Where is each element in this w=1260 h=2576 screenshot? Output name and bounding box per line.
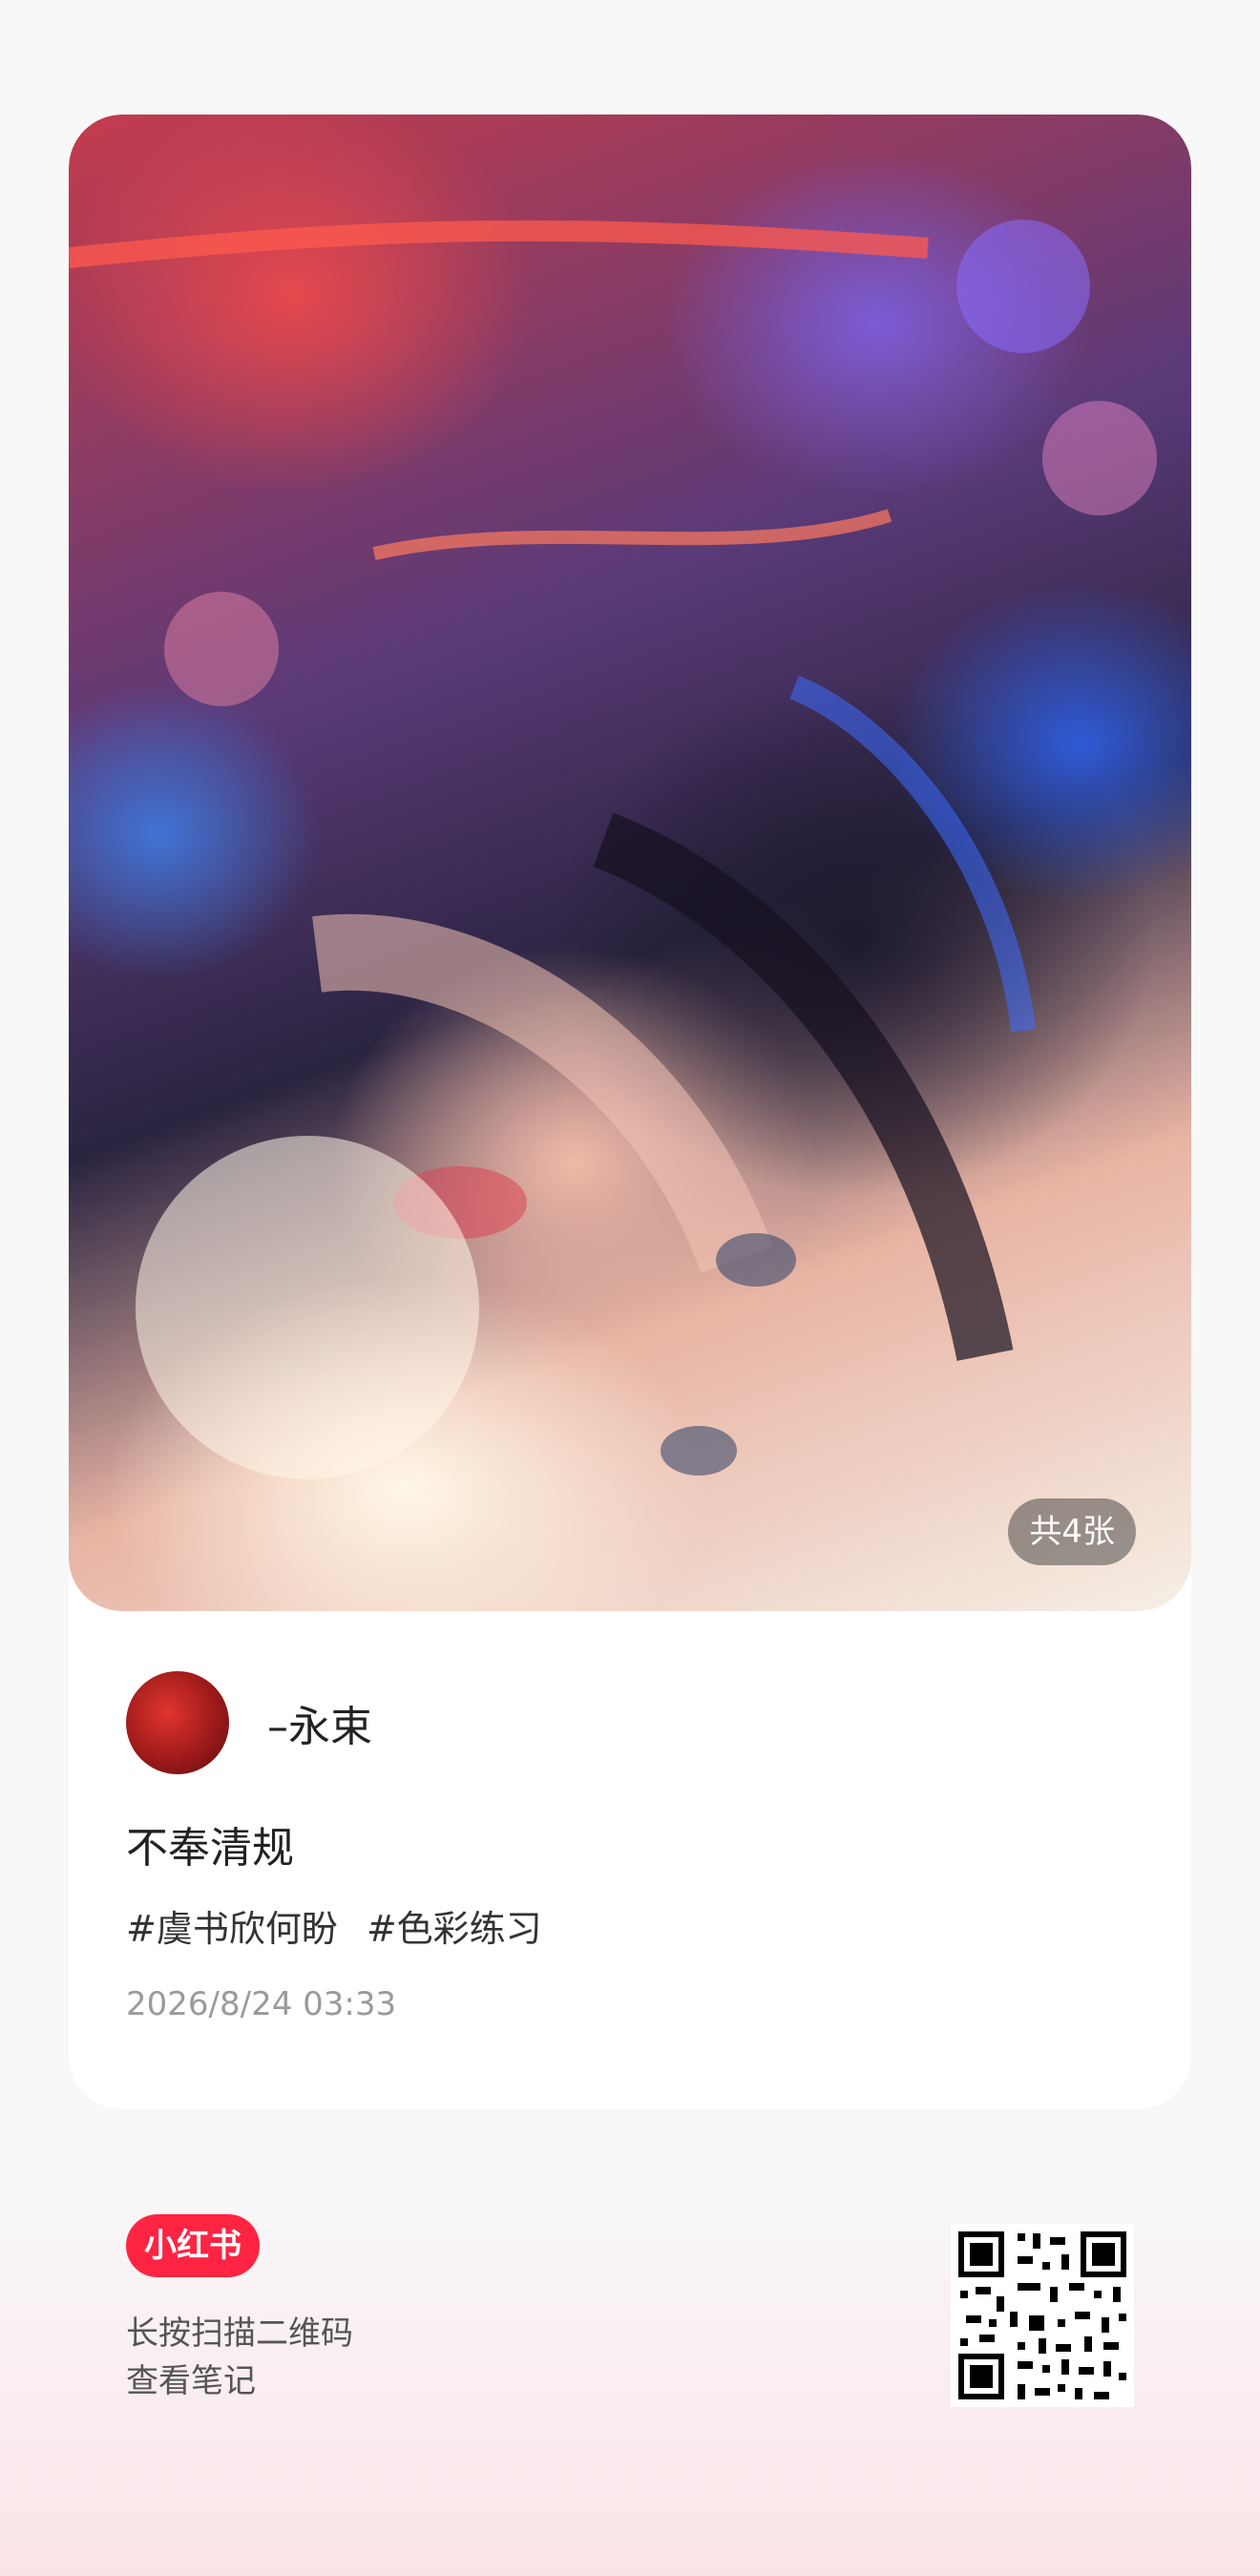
scan-hint: 长按扫描二维码 查看笔记 bbox=[126, 2310, 353, 2405]
author-row[interactable]: –永束 bbox=[126, 1670, 372, 1775]
note-title: 不奉清规 bbox=[126, 1824, 294, 1873]
xiaohongshu-logo: 小红书 bbox=[126, 2214, 260, 2277]
note-card[interactable]: 共4张 –永束 不奉清规 #虞书欣何盼 #色彩练习 2026/8/24 03:3… bbox=[69, 115, 1191, 2109]
artwork-illustration bbox=[69, 220, 1157, 1479]
tag-item[interactable]: #虞书欣何盼 bbox=[126, 1899, 338, 1952]
photo-count-badge: 共4张 bbox=[1008, 1498, 1136, 1565]
scan-hint-line2: 查看笔记 bbox=[126, 2362, 256, 2400]
avatar[interactable] bbox=[126, 1671, 229, 1774]
note-cover-image[interactable]: 共4张 bbox=[69, 115, 1191, 1611]
post-date: 2026/8/24 03:33 bbox=[126, 1985, 397, 2023]
tag-item[interactable]: #色彩练习 bbox=[367, 1899, 542, 1952]
qr-code-icon bbox=[951, 2224, 1134, 2407]
author-name[interactable]: –永束 bbox=[267, 1692, 372, 1753]
qr-code bbox=[951, 2224, 1134, 2407]
scan-hint-line1: 长按扫描二维码 bbox=[126, 2314, 353, 2353]
tag-list: #虞书欣何盼 #色彩练习 bbox=[126, 1899, 542, 1952]
